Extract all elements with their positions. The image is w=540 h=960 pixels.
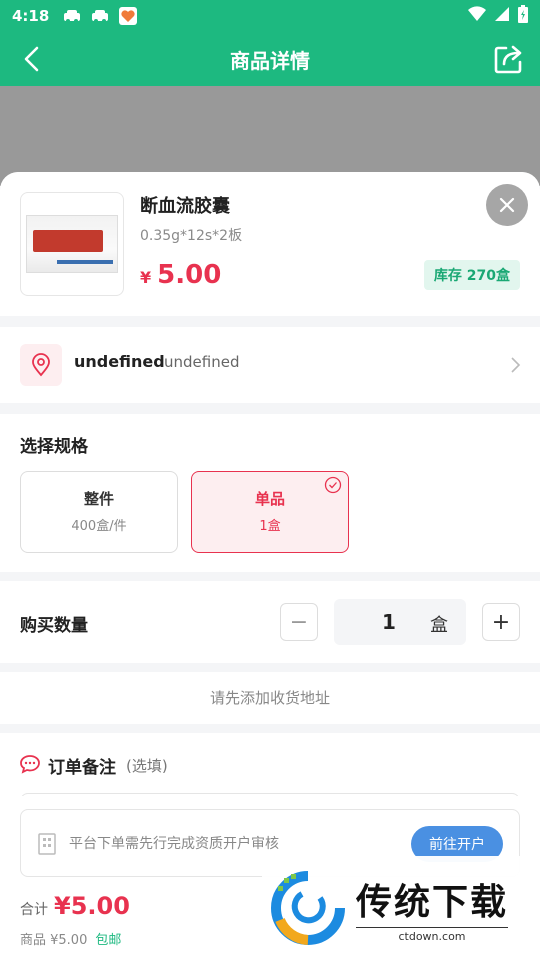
goods-amount: 商品 ¥5.00 bbox=[20, 933, 88, 948]
chevron-right-icon bbox=[508, 355, 522, 375]
status-time: 4:18 bbox=[12, 7, 50, 25]
spec-option-sub: 1盒 bbox=[259, 519, 281, 534]
back-button[interactable] bbox=[18, 44, 48, 74]
quantity-section: 购买数量 − 1 盒 + bbox=[0, 581, 540, 663]
modal-backdrop[interactable] bbox=[0, 86, 540, 186]
address-selector[interactable]: undefined undefined bbox=[0, 327, 540, 403]
car-notification-icon bbox=[91, 7, 109, 25]
product-image bbox=[20, 192, 124, 296]
quantity-unit: 盒 bbox=[430, 615, 448, 636]
quantity-input[interactable]: 1 盒 bbox=[334, 599, 466, 645]
building-icon bbox=[37, 832, 57, 856]
remark-optional: (选填) bbox=[126, 757, 168, 775]
address-detail: undefined bbox=[164, 353, 240, 371]
product-name: 断血流胶囊 bbox=[140, 196, 230, 217]
spec-option-label: 整件 bbox=[83, 490, 114, 508]
remark-title: 订单备注 bbox=[48, 758, 116, 778]
increment-button[interactable]: + bbox=[482, 603, 520, 641]
total-amount: ¥5.00 bbox=[54, 892, 130, 920]
spec-title: 选择规格 bbox=[20, 437, 88, 457]
address-name: undefined bbox=[74, 352, 165, 371]
page-title: 商品详情 bbox=[230, 48, 310, 73]
watermark-title: 传统下载 bbox=[356, 882, 509, 923]
close-icon bbox=[499, 197, 515, 213]
address-notice: 请先添加收货地址 bbox=[0, 672, 540, 724]
watermark-url: ctdown.com bbox=[356, 927, 509, 943]
currency-symbol: ¥ bbox=[140, 268, 152, 287]
title-bar: 商品详情 bbox=[0, 32, 540, 86]
spec-option-whole[interactable]: 整件 400盒/件 bbox=[20, 471, 178, 553]
close-button[interactable] bbox=[486, 184, 528, 226]
qualification-text: 平台下单需先行完成资质开户审核 bbox=[69, 836, 279, 852]
spec-option-sub: 400盒/件 bbox=[71, 519, 127, 534]
price-amount: 5.00 bbox=[157, 260, 222, 290]
car-notification-icon bbox=[63, 7, 81, 25]
product-price: ¥5.00 bbox=[140, 260, 221, 290]
watermark: 传统下载 ctdown.com bbox=[262, 856, 540, 960]
product-spec: 0.35g*12s*2板 bbox=[140, 228, 243, 244]
health-app-icon bbox=[119, 7, 138, 25]
stock-badge: 库存 270盒 bbox=[423, 260, 520, 290]
chevron-left-icon bbox=[24, 46, 39, 72]
status-bar: 4:18 bbox=[0, 0, 540, 32]
decrement-button[interactable]: − bbox=[280, 603, 318, 641]
signal-icon bbox=[494, 6, 510, 26]
order-total: 合计 ¥5.00 bbox=[20, 892, 130, 920]
location-pin-icon bbox=[20, 344, 62, 386]
watermark-logo-icon bbox=[268, 868, 348, 948]
share-button[interactable] bbox=[492, 42, 526, 76]
order-subtotal: 商品 ¥5.00 包邮 bbox=[20, 929, 121, 948]
wifi-icon bbox=[468, 6, 486, 26]
total-label: 合计 bbox=[20, 902, 48, 918]
battery-icon bbox=[518, 5, 528, 27]
chat-bubble-icon bbox=[20, 754, 40, 774]
product-summary: 断血流胶囊 0.35g*12s*2板 ¥5.00 库存 270盒 bbox=[0, 172, 540, 316]
spec-section: 选择规格 整件 400盒/件 单品 1盒 bbox=[0, 414, 540, 572]
spec-option-single[interactable]: 单品 1盒 bbox=[191, 471, 349, 553]
check-circle-icon bbox=[324, 476, 342, 494]
quantity-value: 1 bbox=[382, 610, 396, 634]
quantity-title: 购买数量 bbox=[20, 616, 88, 636]
shipping-badge: 包邮 bbox=[95, 933, 122, 948]
share-icon bbox=[494, 45, 522, 74]
